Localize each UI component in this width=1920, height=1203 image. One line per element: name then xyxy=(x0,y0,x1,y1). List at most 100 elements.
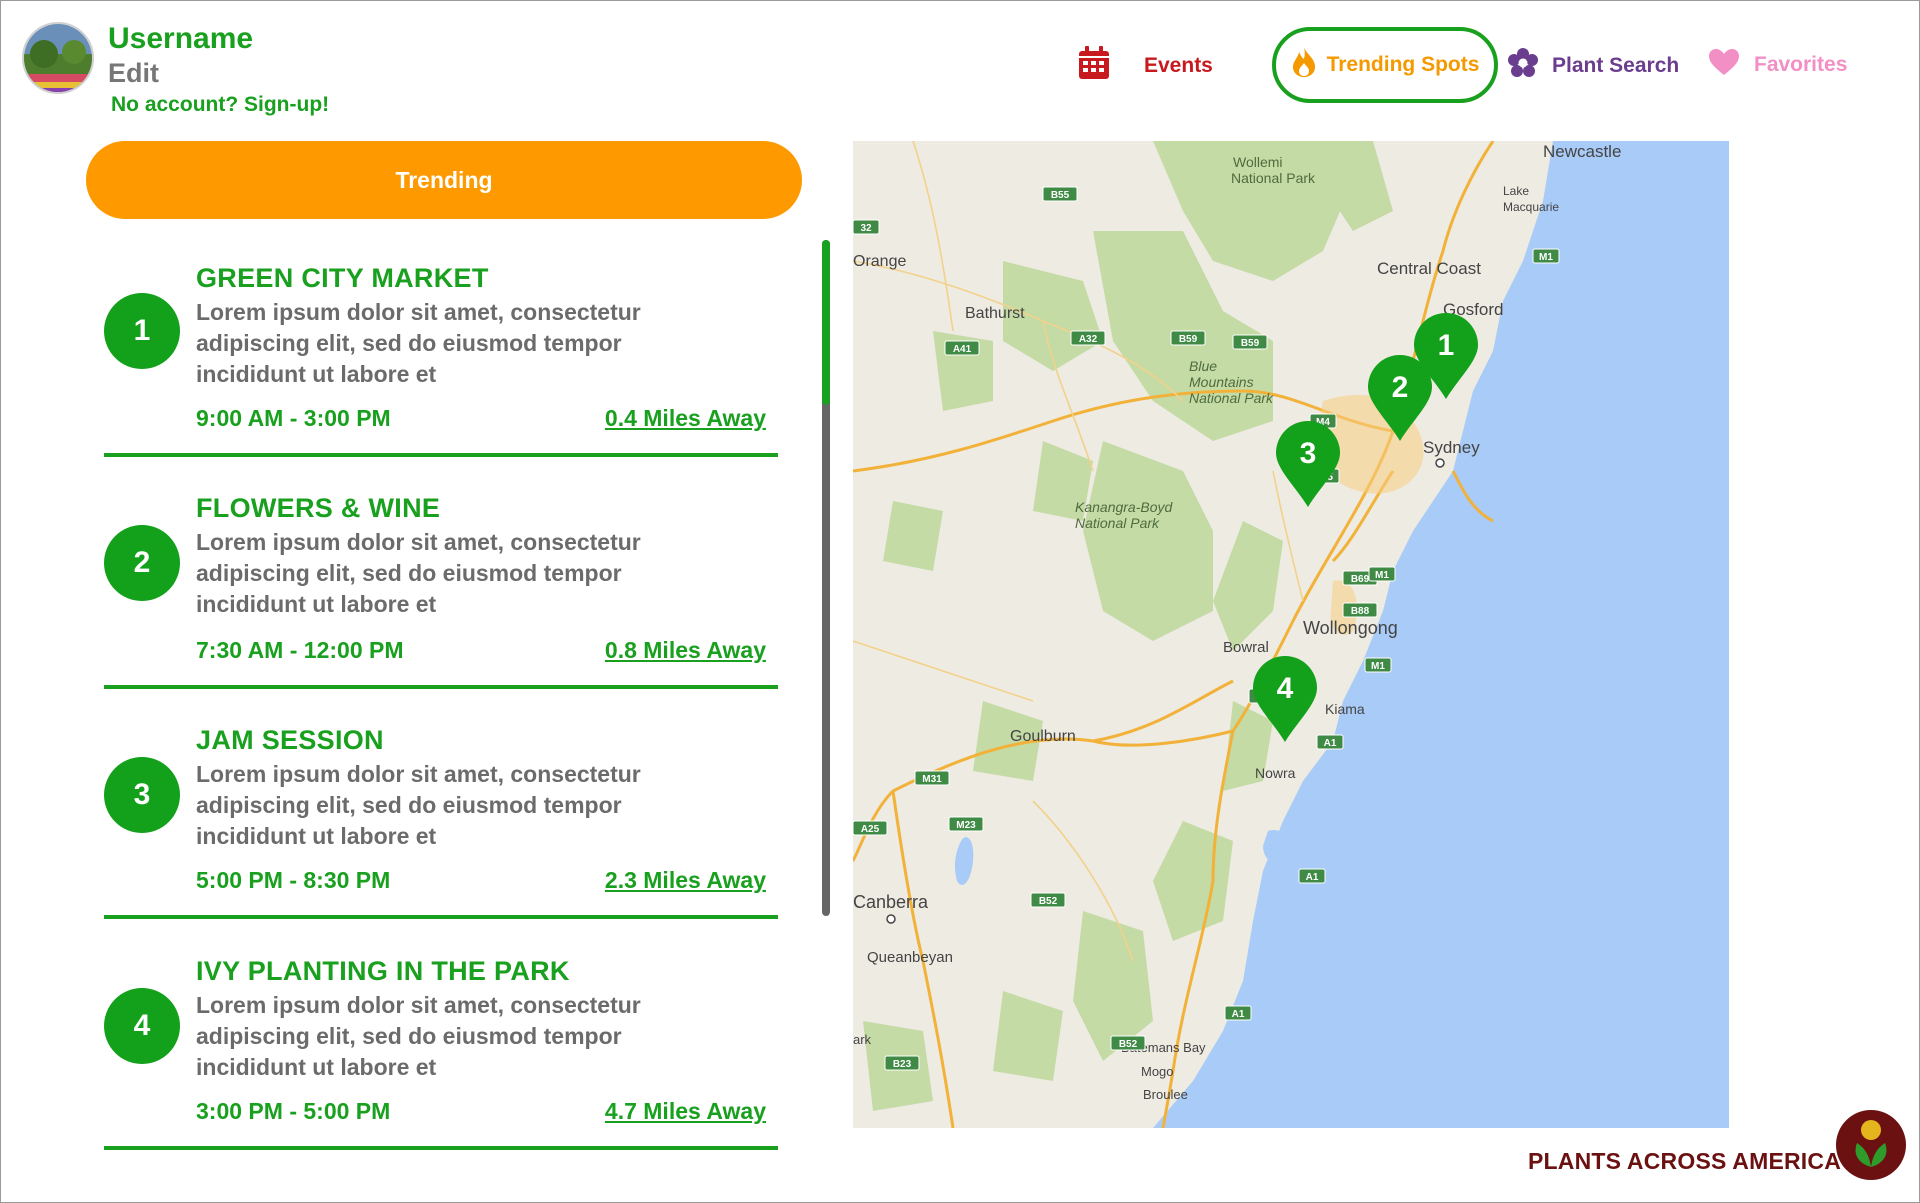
road-shield-label: M1 xyxy=(1539,252,1553,263)
road-shield-label: A1 xyxy=(1306,872,1319,883)
map-label-newcastle: Newcastle xyxy=(1543,142,1621,161)
road-shield: B55 xyxy=(1042,186,1078,202)
road-shield-label: M1 xyxy=(1375,570,1389,581)
brand-logo[interactable] xyxy=(1835,1109,1907,1181)
item-number-badge: 4 xyxy=(104,988,180,1064)
road-shield: M1 xyxy=(1532,248,1560,264)
map-label-ark: ark xyxy=(853,1032,872,1047)
item-distance-link[interactable]: 0.8 Miles Away xyxy=(605,637,766,664)
item-number-badge: 2 xyxy=(104,525,180,601)
username-label[interactable]: Username xyxy=(108,22,253,56)
road-shield: A41 xyxy=(944,340,980,356)
road-shield: B52 xyxy=(1030,892,1066,908)
road-shield: A32 xyxy=(1070,330,1106,346)
road-shield-label: B52 xyxy=(1039,896,1058,907)
list-item[interactable]: 3 JAM SESSION Lorem ipsum dolor sit amet… xyxy=(104,725,778,957)
item-distance-link[interactable]: 4.7 Miles Away xyxy=(605,1098,766,1125)
item-divider xyxy=(104,685,778,689)
road-shield: B88 xyxy=(1342,602,1378,618)
nav-events[interactable]: Events xyxy=(1078,46,1213,86)
item-description: Lorem ipsum dolor sit amet, consectetur … xyxy=(196,761,641,849)
road-shield-label: A1 xyxy=(1324,738,1337,749)
nav-trending-spots[interactable]: Trending Spots xyxy=(1272,27,1498,103)
list-item[interactable]: 4 IVY PLANTING IN THE PARK Lorem ipsum d… xyxy=(104,956,778,1188)
map-marker-label: 1 xyxy=(1438,329,1455,362)
item-description: Lorem ipsum dolor sit amet, consectetur … xyxy=(196,529,641,617)
map-label-lake-macquarie-text-line: Macquarie xyxy=(1503,200,1559,214)
road-shield-label: A41 xyxy=(953,344,972,355)
flame-icon xyxy=(1291,46,1317,84)
road-shield: M31 xyxy=(914,770,950,786)
map-label-lake-macquarie-text: Lake xyxy=(1503,184,1529,198)
map-label-blue-mountains-text-line: National Park xyxy=(1189,390,1274,406)
map-label-bathurst: Bathurst xyxy=(965,305,1025,322)
road-shield-label: B88 xyxy=(1351,606,1370,617)
map-label-kanangra-text-line: National Park xyxy=(1075,515,1160,531)
map-label-wollemi-text-line: National Park xyxy=(1231,170,1316,186)
item-description: Lorem ipsum dolor sit amet, consectetur … xyxy=(196,992,641,1080)
map-label-wollemi-text: Wollemi xyxy=(1233,154,1283,170)
item-divider xyxy=(104,1146,778,1150)
list-item[interactable]: 2 FLOWERS & WINE Lorem ipsum dolor sit a… xyxy=(104,493,778,725)
map-label-blue-mountains-text: Blue xyxy=(1189,358,1217,374)
road-shield-label: B23 xyxy=(893,1059,912,1070)
map-view[interactable]: Newcastle Wollemi National Park Orange Ba… xyxy=(853,141,1729,1128)
calendar-icon xyxy=(1078,46,1110,86)
item-title: IVY PLANTING IN THE PARK xyxy=(196,956,570,986)
nav-events-label: Events xyxy=(1144,54,1213,77)
nav-plant-search[interactable]: Plant Search xyxy=(1508,48,1679,84)
road-shield: B59 xyxy=(1170,330,1206,346)
map-label-kanangra-text: Kanangra-Boyd xyxy=(1075,499,1174,515)
map-label-sydney: Sydney xyxy=(1423,438,1480,457)
map-marker-label: 4 xyxy=(1277,672,1294,705)
road-shield: M1 xyxy=(1364,657,1392,673)
nav-trending-label: Trending Spots xyxy=(1326,53,1480,76)
nav-favorites[interactable]: Favorites xyxy=(1708,48,1847,82)
heart-icon xyxy=(1708,48,1740,82)
map-label-queanbeyan: Queanbeyan xyxy=(867,949,953,966)
item-distance-link[interactable]: 0.4 Miles Away xyxy=(605,405,766,432)
road-shield-label: A32 xyxy=(1079,334,1098,345)
signup-link[interactable]: No account? Sign-up! xyxy=(111,93,329,117)
map-label-broulee: Broulee xyxy=(1143,1087,1188,1102)
road-shield-label: M1 xyxy=(1371,661,1385,672)
road-shield-label: M23 xyxy=(956,820,976,831)
road-shield: A25 xyxy=(853,820,888,836)
scrollbar-thumb[interactable] xyxy=(822,240,830,405)
road-shield: 32 xyxy=(853,219,880,235)
item-title: JAM SESSION xyxy=(196,725,384,755)
item-divider xyxy=(104,915,778,919)
brand-name: PLANTS ACROSS AMERICA xyxy=(1528,1148,1842,1174)
list-item[interactable]: 1 GREEN CITY MARKET Lorem ipsum dolor si… xyxy=(104,263,778,495)
road-shield-label: B55 xyxy=(1051,190,1070,201)
road-shield: B59 xyxy=(1232,334,1268,350)
road-shield-label: A25 xyxy=(861,824,880,835)
item-title: GREEN CITY MARKET xyxy=(196,263,489,293)
item-title: FLOWERS & WINE xyxy=(196,493,441,523)
item-number-badge: 1 xyxy=(104,293,180,369)
map-label-mogo: Mogo xyxy=(1141,1064,1174,1079)
road-shield: B23 xyxy=(884,1055,920,1071)
road-shield: M1 xyxy=(1368,566,1396,582)
nav-favorites-label: Favorites xyxy=(1754,53,1848,76)
item-distance-link[interactable]: 2.3 Miles Away xyxy=(605,867,766,894)
road-shield-label: B52 xyxy=(1119,1039,1138,1050)
trending-button[interactable]: Trending xyxy=(86,141,802,219)
item-time: 3:00 PM - 5:00 PM xyxy=(196,1098,391,1124)
map-label-bowral: Bowral xyxy=(1223,639,1269,656)
road-shield-label: M31 xyxy=(922,774,942,785)
map-marker-label: 3 xyxy=(1300,437,1317,470)
map-label-blue-mountains-text-line: Mountains xyxy=(1189,374,1254,390)
avatar[interactable] xyxy=(22,22,94,94)
map-label-central-coast: Central Coast xyxy=(1377,259,1481,278)
map-label-orange: Orange xyxy=(853,253,906,270)
map-label-kanangra: Kanangra-Boyd National Park xyxy=(1075,499,1174,531)
map-label-nowra: Nowra xyxy=(1255,765,1296,781)
flower-icon xyxy=(1508,48,1538,84)
map-label-goulburn: Goulburn xyxy=(1010,728,1076,745)
edit-profile-link[interactable]: Edit xyxy=(108,58,159,89)
nav-plant-label: Plant Search xyxy=(1552,54,1680,77)
road-shield-label: B59 xyxy=(1179,334,1198,345)
road-shield-label: A1 xyxy=(1232,1009,1245,1020)
item-divider xyxy=(104,453,778,457)
